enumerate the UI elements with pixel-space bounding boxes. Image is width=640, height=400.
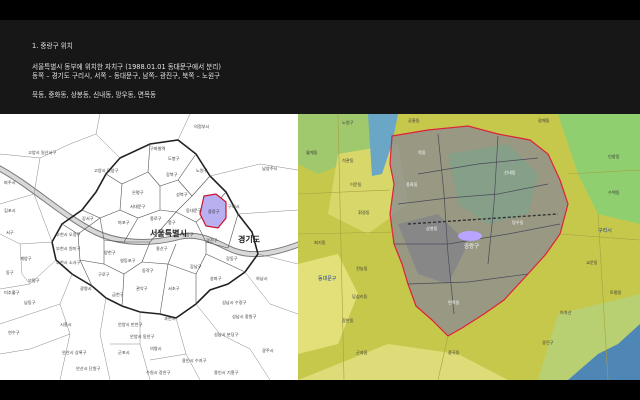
label-yongsan: 용산구 xyxy=(156,245,168,252)
label-guri: 구리시 xyxy=(228,203,240,210)
rlabel-gongneung: 공릉동 xyxy=(408,118,420,123)
rlabel-jangan: 장안동 xyxy=(342,317,354,323)
rlabel-gunja: 군자동 xyxy=(356,349,368,356)
label-dongjak: 동작구 xyxy=(142,267,154,274)
label-dong: 동구 xyxy=(6,270,14,276)
rlabel-dapsimni: 답십리동 xyxy=(352,293,368,300)
rlabel-nowon: 노원구 xyxy=(342,119,354,126)
label-yeonsu: 연수구 xyxy=(8,329,20,336)
rlabel-wolgye: 월계동 xyxy=(306,149,318,156)
rlabel-inchang: 인창동 xyxy=(608,153,620,159)
rlabel-gyomun: 교문동 xyxy=(586,260,598,265)
slide: 1. 중랑구 위치 서울특별시 동부에 위치한 자치구 (1988.01.01 … xyxy=(0,20,640,380)
jungnang-label: 중랑구 xyxy=(208,208,220,215)
top-letterbox xyxy=(0,0,640,20)
label-namyangju: 남양주시 xyxy=(262,165,278,172)
label-guro: 구로구 xyxy=(98,272,110,278)
label-seo: 서구 xyxy=(6,229,14,236)
label-yangcheon: 양천구 xyxy=(104,249,116,256)
label-gwangjin: 광진구 xyxy=(206,237,218,244)
rlabel-dongdaemun: 동대문구 xyxy=(318,275,337,282)
label-bupyeong: 부평구 xyxy=(28,277,40,284)
label-jongno: 종로구 xyxy=(150,216,162,222)
label-yeongdeungpo: 영등포구 xyxy=(120,257,136,264)
rlabel-gwangjin: 광진구 xyxy=(542,339,554,346)
sangbong-station xyxy=(458,231,482,241)
label-uiwang: 의왕시 xyxy=(150,345,162,352)
label-ansan: 안산시 상록구 xyxy=(62,349,87,356)
section-title: 1. 중랑구 위치 xyxy=(32,42,73,50)
label-jung: 중구 xyxy=(168,220,176,226)
label-namdong: 남동구 xyxy=(24,299,36,306)
description-line-2: 동쪽 – 경기도 구리시, 서쪽 – 동대문구, 남쪽– 광진구, 북쪽 – 노… xyxy=(32,72,221,80)
rlabel-sinnae: 신내동 xyxy=(504,169,516,176)
label-seodaemun: 서대문구 xyxy=(130,203,146,210)
label-uijeongbu: 의정부시 xyxy=(194,123,210,130)
seoul-district-map: 중랑구 서울특별시 경기도 의정부시 구파발역 도봉구 남양주시 고양시 일산서… xyxy=(0,114,298,380)
label-michuhol: 미추홀구 xyxy=(4,289,20,296)
label-gangnam: 강남구 xyxy=(190,263,202,270)
rlabel-hwigyeong: 휘경동 xyxy=(358,209,370,216)
rlabel-sudaek: 수택동 xyxy=(608,189,620,196)
label-bucheon-ojeong: 부천시 오정구 xyxy=(56,231,81,238)
jungnang-zoning-map: 중랑구 노원구 월계동 석관동 이문동 휘경동 회기동 전농동 동대문구 답십리… xyxy=(298,114,640,380)
label-suwon: 수원시 장안구 xyxy=(146,369,171,376)
rlabel-jeonnong: 전농동 xyxy=(356,265,368,271)
label-yongin-giheung: 용인시 기흥구 xyxy=(214,369,239,376)
rlabel-galmae: 갈매동 xyxy=(538,117,550,124)
label-gwacheon: 과천시 xyxy=(164,315,176,322)
gyeonggi-label: 경기도 xyxy=(238,234,261,244)
district-list: 묵동, 중화동, 상봉동, 신내동, 망우동, 면목동 xyxy=(32,91,157,99)
label-seongdong: 성동구 xyxy=(182,231,194,238)
label-gunpo: 군포시 xyxy=(118,350,130,355)
rlabel-toepyeong: 토평동 xyxy=(610,289,622,295)
label-nowon: 노원구 xyxy=(196,167,208,174)
label-seongnam-bundang: 성남시 분당구 xyxy=(214,331,239,338)
label-bucheon-sosa: 부천시 소사구 xyxy=(56,259,81,266)
label-gupabal: 구파발역 xyxy=(150,145,166,152)
label-goyang-deogyang: 고양시 덕양구 xyxy=(94,167,119,174)
label-goyang-ilsan: 고양시 일산서구 xyxy=(28,149,56,156)
rlabel-myeonmok: 면목동 xyxy=(448,299,460,306)
label-gwanak: 관악구 xyxy=(136,285,148,292)
rlabel-imun: 이문동 xyxy=(350,181,362,188)
label-gangseo: 강서구 xyxy=(82,215,94,222)
rlabel-hoegi: 회기동 xyxy=(314,239,326,246)
label-seongnam-sujeong: 성남시 수정구 xyxy=(222,299,247,306)
label-gangbuk: 강북구 xyxy=(166,171,178,178)
rlabel-sangbong: 상봉동 xyxy=(426,225,438,231)
label-paju: 파주시 xyxy=(4,179,16,186)
jungnang-center-label: 중랑구 xyxy=(464,243,479,250)
label-dobong: 도봉구 xyxy=(168,156,180,162)
maps-row: 중랑구 서울특별시 경기도 의정부시 구파발역 도봉구 남양주시 고양시 일산서… xyxy=(0,114,640,380)
rlabel-acha: 아차산 xyxy=(560,309,572,316)
rlabel-mangu: 망우동 xyxy=(512,219,524,226)
label-gwangju: 광주시 xyxy=(262,347,274,354)
label-anyang-manan: 안양시 만안구 xyxy=(118,321,143,328)
rlabel-seokgwan: 석관동 xyxy=(342,157,354,164)
label-anyang-dongan: 안양시 동안구 xyxy=(130,333,155,340)
rlabel-guri: 구리시 xyxy=(598,227,612,234)
text-block: 1. 중랑구 위치 서울특별시 동부에 위치한 자치구 (1988.01.01 … xyxy=(32,42,221,100)
label-gimpo: 김포시 xyxy=(4,207,16,213)
label-bucheon-wonmi: 부천시 원미구 xyxy=(56,245,81,252)
label-mapo: 마포구 xyxy=(118,219,130,226)
label-gyeyang: 계양구 xyxy=(20,255,32,262)
label-seongnam-jungwon: 성남시 중원구 xyxy=(232,313,257,320)
label-eunpyeong: 은평구 xyxy=(132,189,144,196)
label-seongbuk: 성북구 xyxy=(176,191,188,198)
label-hanam: 하남시 xyxy=(256,275,268,282)
label-gwangmyeong: 광명시 xyxy=(80,285,92,291)
label-geumcheon: 금천구 xyxy=(112,291,124,298)
label-suji: 용인시 수지구 xyxy=(182,357,207,364)
label-dongdaemun: 동대문구 xyxy=(186,207,202,214)
label-gangdong: 강동구 xyxy=(226,255,238,262)
description-line-1: 서울특별시 동부에 위치한 자치구 (1988.01.01 동대문구에서 분리) xyxy=(32,63,221,71)
bottom-letterbox xyxy=(0,380,640,400)
label-siheung: 시흥시 xyxy=(60,321,72,327)
label-seocho: 서초구 xyxy=(168,285,180,292)
label-songpa: 송파구 xyxy=(210,275,222,282)
label-ansan-danwon: 안산시 단원구 xyxy=(76,365,101,372)
